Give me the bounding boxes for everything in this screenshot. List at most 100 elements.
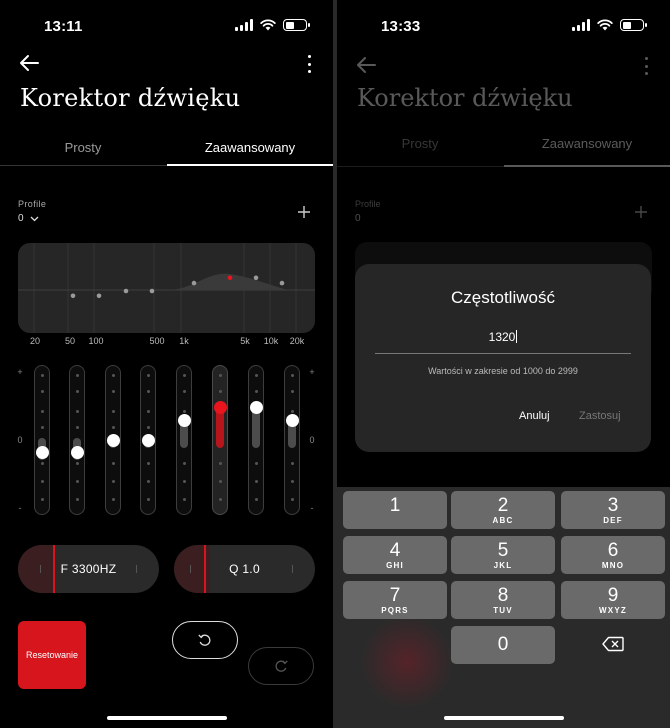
keypad-key-6[interactable]: 6 MNO [561, 536, 665, 574]
redo-button[interactable] [248, 647, 314, 685]
eq-band-knob[interactable] [214, 401, 227, 414]
redo-icon [275, 660, 288, 672]
profile-value: 0 [355, 213, 361, 224]
eq-curve-point [123, 288, 129, 294]
frequency-input[interactable]: 1320 [375, 330, 631, 354]
eq-band-knob[interactable] [250, 401, 263, 414]
tab-advanced: Zaawansowany [541, 136, 633, 151]
status-time: 13:33 [381, 18, 421, 35]
more-options-icon [640, 56, 652, 76]
wifi-icon [597, 19, 613, 31]
eq-curve-point [191, 280, 197, 286]
eq-band-slider[interactable] [34, 365, 50, 515]
status-bar: 13:11 [0, 0, 333, 52]
profile-dropdown[interactable]: 0 [18, 213, 39, 224]
eq-band-slider[interactable] [212, 365, 228, 515]
q-factor-value: Q 1.0 [229, 562, 260, 576]
add-profile-icon[interactable] [297, 205, 311, 219]
eq-curve-point [149, 288, 155, 294]
frequency-dialog: Częstotliwość 1320 Wartości w zakresie o… [355, 264, 651, 452]
gain-scale-zero: 0 [309, 435, 315, 445]
status-time: 13:11 [44, 18, 83, 35]
apply-button[interactable]: Zastosuj [579, 410, 621, 422]
tab-advanced[interactable]: Zaawansowany [167, 140, 333, 155]
back-arrow-icon [357, 57, 376, 73]
frequency-pill[interactable]: F 3300HZ [18, 545, 159, 593]
backspace-icon [602, 636, 624, 652]
frequency-value: F 3300HZ [60, 562, 117, 576]
eq-curve-point [253, 275, 259, 281]
keypad-key-2[interactable]: 2 ABC [451, 491, 555, 529]
numeric-keypad: 1 2 ABC 3 DEF 4 GHI 5 JKL 6 MNO 7 PQRS 8 TUV 9 WXYZ 0 [337, 487, 670, 728]
more-options-icon[interactable] [303, 54, 315, 74]
home-indicator [106, 716, 227, 720]
add-profile-icon [635, 206, 647, 218]
eq-band-knob[interactable] [178, 414, 191, 428]
profile-label: Profile [18, 199, 47, 209]
eq-curve-point [279, 280, 285, 286]
eq-band-slider[interactable] [140, 365, 156, 515]
keypad-key-4[interactable]: 4 GHI [343, 536, 447, 574]
eq-curve-chart [18, 243, 315, 333]
eq-band-knob[interactable] [36, 446, 49, 459]
reset-button[interactable]: Resetowanie [18, 621, 86, 689]
profile-value: 0 [18, 213, 24, 224]
eq-curve-graph [18, 243, 315, 333]
eq-curve-point [70, 293, 76, 299]
tab-simple[interactable]: Prosty [0, 140, 166, 155]
keypad-key-3[interactable]: 3 DEF [561, 491, 665, 529]
undo-button[interactable] [172, 621, 238, 659]
cancel-button[interactable]: Anuluj [519, 410, 550, 422]
eq-band-slider[interactable] [105, 365, 121, 515]
keypad-key-8[interactable]: 8 TUV [451, 581, 555, 619]
page-title: Korektor dźwięku [20, 84, 241, 112]
frequency-tick-label: 1k [179, 336, 189, 346]
wifi-icon [260, 19, 276, 31]
back-arrow-icon[interactable] [18, 52, 40, 74]
eq-band-knob[interactable] [71, 446, 84, 459]
keypad-key-5[interactable]: 5 JKL [451, 536, 555, 574]
eq-band-knob[interactable] [142, 434, 155, 447]
home-indicator [443, 716, 564, 720]
dialog-title: Częstotliwość [451, 288, 555, 307]
eq-band-sliders: + +0 0 - - [0, 360, 333, 520]
battery-icon [283, 19, 310, 31]
frequency-input-screen: 13:33 Korektor dźwięku Prosty Zaawansowa… [337, 0, 670, 728]
eq-band-slider[interactable] [176, 365, 192, 515]
gain-scale-minus: - [310, 503, 314, 513]
gain-scale-zero: 0 [17, 435, 23, 445]
q-factor-pill[interactable]: Q 1.0 [174, 545, 315, 593]
cellular-signal-icon [235, 19, 253, 31]
eq-band-knob[interactable] [286, 414, 299, 428]
active-tab-indicator [167, 164, 333, 166]
keypad-key-0[interactable]: 0 [451, 626, 555, 664]
range-hint: Wartości w zakresie od 1000 do 2999 [428, 366, 578, 376]
mode-tabs: Prosty Zaawansowany [0, 136, 333, 166]
status-bar: 13:33 [337, 0, 670, 52]
keypad-key-9[interactable]: 9 WXYZ [561, 581, 665, 619]
cellular-signal-icon [572, 19, 590, 31]
gain-scale-plus: + [17, 367, 23, 377]
gain-scale-minus: - [18, 503, 22, 513]
chevron-down-icon [30, 216, 39, 221]
eq-band-knob[interactable] [107, 434, 120, 447]
frequency-tick-label: 50 [64, 336, 76, 346]
eq-band-slider[interactable] [69, 365, 85, 515]
frequency-tick-label: 10k [263, 336, 279, 346]
undo-icon [198, 634, 211, 646]
eq-band-slider[interactable] [284, 365, 300, 515]
frequency-tick-label: 20k [289, 336, 305, 346]
backspace-key[interactable] [561, 625, 665, 663]
frequency-tick-label: 5k [240, 336, 250, 346]
eq-band-slider[interactable] [248, 365, 264, 515]
eq-curve-point [96, 293, 102, 299]
battery-icon [620, 19, 647, 31]
eq-curve-point [227, 275, 233, 281]
keypad-key-1[interactable]: 1 [343, 491, 447, 529]
page-title: Korektor dźwięku [357, 84, 573, 112]
frequency-tick-label: 20 [29, 336, 41, 346]
profile-label: Profile [355, 199, 381, 209]
keypad-key-7[interactable]: 7 PQRS [343, 581, 447, 619]
frequency-tick-label: 500 [149, 336, 165, 346]
equalizer-screen: 13:11 Korektor dźwięku Prosty Zaawansowa… [0, 0, 333, 728]
